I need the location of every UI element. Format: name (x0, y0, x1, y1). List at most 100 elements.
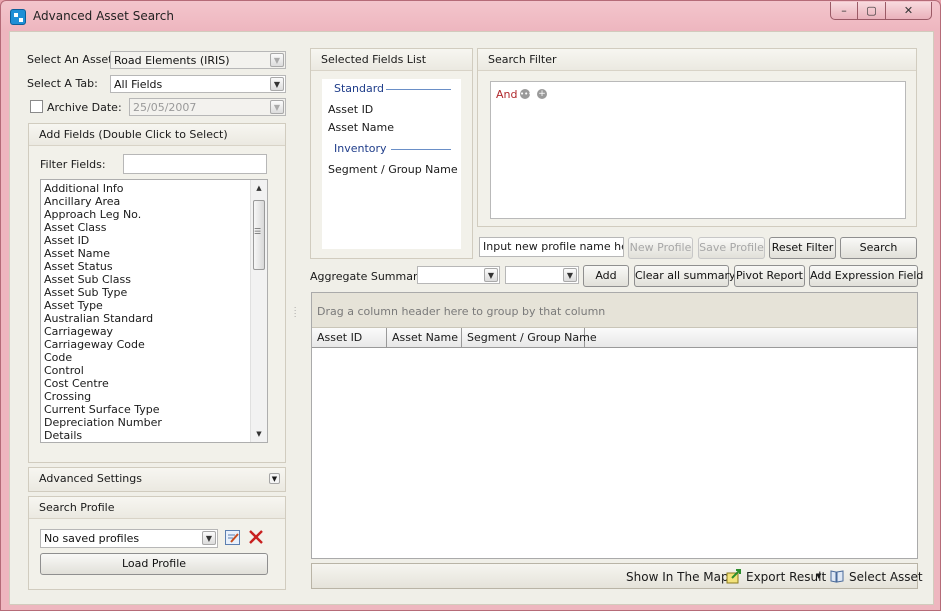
load-profile-button[interactable]: Load Profile (40, 553, 268, 575)
chevron-down-icon[interactable]: ▼ (270, 53, 284, 67)
field-list-item[interactable]: Australian Standard (41, 312, 267, 325)
column-header-asset-name[interactable]: Asset Name (387, 328, 462, 348)
field-list-item[interactable]: Approach Leg No. (41, 208, 267, 221)
selected-fields-list[interactable]: Standard Asset ID Asset Name Inventory S… (322, 79, 461, 249)
add-fields-header: Add Fields (Double Click to Select) (29, 124, 285, 146)
field-list-item[interactable]: Asset Sub Class (41, 273, 267, 286)
search-profile-panel: Search Profile No saved profiles ▼ Load … (28, 496, 286, 590)
field-list-item[interactable]: Ancillary Area (41, 195, 267, 208)
left-panel: Select An Asset: Road Elements (IRIS) ▼ … (18, 38, 294, 602)
panel-splitter[interactable]: · · · · (294, 305, 297, 321)
selected-fields-panel: Selected Fields List Standard Asset ID A… (310, 48, 473, 259)
selected-field-item[interactable]: Segment / Group Name (328, 163, 458, 176)
delete-profile-icon[interactable] (248, 528, 264, 546)
close-button[interactable]: ✕ (886, 2, 932, 20)
minimize-button[interactable]: – (830, 2, 858, 20)
clear-all-summary-button[interactable]: Clear all summary (634, 265, 736, 287)
search-filter-panel: Search Filter And ••• + (477, 48, 917, 227)
field-list-item[interactable]: Additional Info (41, 182, 267, 195)
select-asset-combo[interactable]: Road Elements (IRIS) ▼ (110, 51, 286, 69)
selected-fields-header: Selected Fields List (311, 49, 472, 71)
field-list-item[interactable]: Current Surface Type (41, 403, 267, 416)
fields-scrollbar[interactable]: ▲ ☰ ▼ (250, 180, 267, 442)
filter-fields-label: Filter Fields: (40, 158, 106, 171)
select-asset-label: Select An Asset: (27, 53, 117, 66)
edit-profile-icon[interactable] (225, 530, 240, 545)
section-divider (386, 89, 451, 90)
selected-field-item[interactable]: Asset Name (328, 121, 394, 134)
chevron-down-icon[interactable]: ▼ (270, 100, 284, 114)
field-list-item[interactable]: Cost Centre (41, 377, 267, 390)
pivot-report-button[interactable]: Pivot Report (734, 265, 805, 287)
column-header-asset-id[interactable]: Asset ID (312, 328, 387, 348)
field-list-item[interactable]: Asset Class (41, 221, 267, 234)
chevron-down-icon[interactable]: ▼ (202, 531, 216, 545)
chevron-down-icon[interactable]: ▼ (563, 268, 577, 282)
window: Advanced Asset Search – ▢ ✕ Select An As… (0, 0, 941, 611)
advanced-settings-header[interactable]: Advanced Settings (29, 468, 285, 491)
save-profile-button[interactable]: Save Profile (698, 237, 765, 259)
filter-operator[interactable]: And (496, 88, 517, 101)
select-tab-label: Select A Tab: (27, 77, 98, 90)
field-list-item[interactable]: Asset Sub Type (41, 286, 267, 299)
export-result-button[interactable]: Export Result (746, 570, 826, 584)
results-grid[interactable]: Drag a column header here to group by th… (311, 292, 918, 559)
archive-date-value: 25/05/2007 (133, 101, 197, 114)
chevron-down-icon[interactable]: ▼ (484, 268, 498, 282)
add-condition-icon[interactable]: + (537, 89, 547, 99)
filter-editor[interactable]: And ••• + (490, 81, 906, 219)
section-title-standard: Standard (334, 82, 385, 95)
add-summary-button[interactable]: Add (583, 265, 629, 287)
reset-filter-button[interactable]: Reset Filter (769, 237, 836, 259)
advanced-settings-panel[interactable]: Advanced Settings ▼ (28, 467, 286, 492)
group-by-hint: Drag a column header here to group by th… (317, 305, 606, 318)
archive-date-checkbox[interactable] (30, 100, 43, 113)
chevron-down-icon[interactable]: ▼ (269, 473, 280, 484)
field-list-item[interactable]: Details (41, 429, 267, 442)
filter-options-icon[interactable]: ••• (520, 89, 532, 99)
main-client-area: Select An Asset: Road Elements (IRIS) ▼ … (9, 31, 934, 605)
section-title-inventory: Inventory (334, 142, 387, 155)
profile-name-input[interactable]: Input new profile name here. (479, 237, 624, 257)
maximize-button[interactable]: ▢ (858, 2, 886, 20)
field-list-item[interactable]: Control (41, 364, 267, 377)
profile-combo[interactable]: No saved profiles ▼ (40, 529, 218, 548)
field-list-item[interactable]: Asset ID (41, 234, 267, 247)
search-profile-header: Search Profile (29, 497, 285, 519)
select-asset-button[interactable]: Select Asset (849, 570, 923, 584)
window-title: Advanced Asset Search (33, 9, 174, 23)
search-button[interactable]: Search (840, 237, 917, 259)
export-icon[interactable] (726, 568, 742, 584)
show-in-map-link[interactable]: Show In The Map (626, 570, 729, 584)
selected-field-item[interactable]: Asset ID (328, 103, 373, 116)
aggregate-summary-label: Aggregate Summary: (310, 270, 427, 283)
field-list-item[interactable]: Asset Type (41, 299, 267, 312)
chevron-down-icon[interactable]: ▼ (270, 77, 284, 91)
scroll-down-icon[interactable]: ▼ (251, 426, 267, 442)
filter-fields-input[interactable] (123, 154, 267, 174)
field-list-item[interactable]: Asset Name (41, 247, 267, 260)
available-fields-list[interactable]: Additional Info Ancillary Area Approach Le… (40, 179, 268, 443)
field-list-item[interactable]: Carriageway Code (41, 338, 267, 351)
field-list-item[interactable]: Carriageway (41, 325, 267, 338)
aggregate-field-combo[interactable]: ▼ (417, 266, 500, 284)
archive-date-label: Archive Date: (47, 101, 122, 114)
select-tab-value: All Fields (114, 78, 163, 91)
field-items: Additional Info Ancillary Area Approach Le… (41, 180, 267, 442)
field-list-item[interactable]: Depreciation Number (41, 416, 267, 429)
field-list-item[interactable]: Crossing (41, 390, 267, 403)
new-profile-button[interactable]: New Profile (628, 237, 693, 259)
archive-date-picker[interactable]: 25/05/2007 ▼ (129, 98, 286, 116)
add-expression-field-button[interactable]: Add Expression Field (809, 265, 923, 287)
select-tab-combo[interactable]: All Fields ▼ (110, 75, 286, 93)
field-list-item[interactable]: Asset Status (41, 260, 267, 273)
group-by-panel[interactable]: Drag a column header here to group by th… (312, 293, 917, 328)
search-filter-header: Search Filter (478, 49, 916, 71)
export-dropdown-icon[interactable]: ▼ (816, 572, 821, 580)
aggregate-function-combo[interactable]: ▼ (505, 266, 579, 284)
title-bar[interactable]: Advanced Asset Search – ▢ ✕ (1, 1, 940, 31)
column-header-segment-group-name[interactable]: Segment / Group Name (462, 328, 597, 348)
select-asset-icon[interactable] (829, 568, 845, 584)
scroll-up-icon[interactable]: ▲ (251, 180, 267, 196)
field-list-item[interactable]: Code (41, 351, 267, 364)
